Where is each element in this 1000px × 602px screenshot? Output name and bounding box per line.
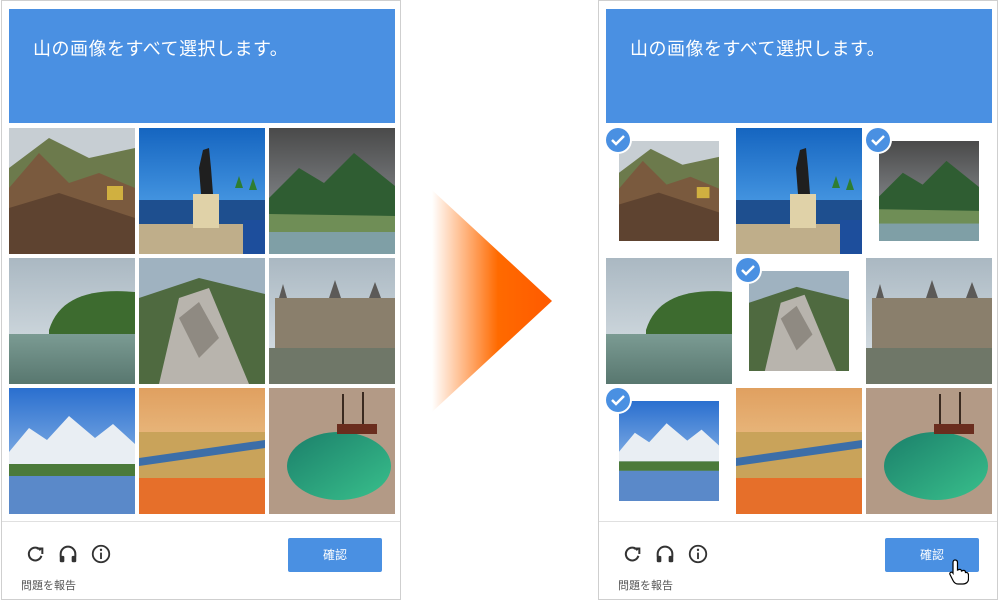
footer-divider [2, 521, 400, 522]
instruction-text: 山の画像をすべて選択します。 [630, 39, 886, 60]
image-grid [9, 128, 395, 516]
grid-tile-5[interactable] [139, 258, 265, 384]
grid-tile-7[interactable] [9, 388, 135, 514]
grid-tile-9[interactable] [269, 388, 395, 514]
footer-icons [24, 543, 134, 567]
captcha-header: 山の画像をすべて選択します。 [606, 9, 992, 123]
instruction-text: 山の画像をすべて選択します。 [33, 39, 289, 60]
verify-button[interactable]: 確認 [288, 538, 382, 572]
grid-tile-5[interactable] [736, 258, 862, 384]
info-icon[interactable] [90, 543, 112, 565]
checkmark-icon [606, 128, 630, 152]
grid-tile-9[interactable] [866, 388, 992, 514]
grid-tile-1[interactable] [606, 128, 732, 254]
reload-icon[interactable] [621, 543, 643, 565]
grid-tile-4[interactable] [606, 258, 732, 384]
footer-divider [599, 521, 997, 522]
grid-tile-4[interactable] [9, 258, 135, 384]
hand-cursor-icon [949, 559, 969, 585]
grid-tile-6[interactable] [866, 258, 992, 384]
arrow-icon [432, 190, 552, 412]
grid-tile-6[interactable] [269, 258, 395, 384]
headphones-icon[interactable] [57, 543, 79, 565]
grid-tile-3[interactable] [866, 128, 992, 254]
grid-tile-3[interactable] [269, 128, 395, 254]
checkmark-icon [606, 388, 630, 412]
checkmark-icon [866, 128, 890, 152]
report-problem-link[interactable]: 問題を報告 [618, 577, 673, 593]
captcha-panel-after: 山の画像をすべて選択します。 問題を報告 確認 [598, 0, 998, 600]
captcha-header: 山の画像をすべて選択します。 [9, 9, 395, 123]
footer-icons [621, 543, 731, 567]
reload-icon[interactable] [24, 543, 46, 565]
grid-tile-2[interactable] [736, 128, 862, 254]
grid-tile-2[interactable] [139, 128, 265, 254]
report-problem-link[interactable]: 問題を報告 [21, 577, 76, 593]
image-grid [606, 128, 992, 516]
grid-tile-7[interactable] [606, 388, 732, 514]
grid-tile-8[interactable] [139, 388, 265, 514]
info-icon[interactable] [687, 543, 709, 565]
grid-tile-1[interactable] [9, 128, 135, 254]
grid-tile-8[interactable] [736, 388, 862, 514]
checkmark-icon [736, 258, 760, 282]
headphones-icon[interactable] [654, 543, 676, 565]
captcha-panel-before: 山の画像をすべて選択します。 問題を報告 確認 [1, 0, 401, 600]
